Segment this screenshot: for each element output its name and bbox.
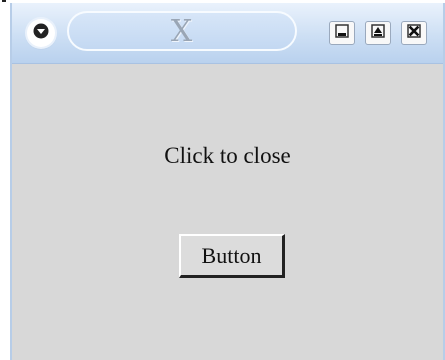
app-window: X Click to close Button [10, 3, 445, 360]
corner-artifact [2, 0, 6, 2]
window-title: X [170, 13, 194, 49]
close-icon [406, 23, 422, 44]
maximize-icon [370, 23, 386, 44]
minimize-button[interactable] [329, 21, 355, 45]
window-menu-button[interactable] [27, 19, 55, 47]
window-content: Click to close Button [12, 64, 443, 360]
maximize-button[interactable] [365, 21, 391, 45]
title-bar[interactable]: X [12, 3, 443, 64]
close-instruction-label: Click to close [164, 143, 291, 168]
close-button-main[interactable]: Button [179, 234, 285, 278]
chevron-down-icon [33, 23, 49, 44]
minimize-icon [334, 23, 350, 44]
close-button[interactable] [401, 21, 427, 45]
window-title-area[interactable]: X [67, 11, 297, 51]
